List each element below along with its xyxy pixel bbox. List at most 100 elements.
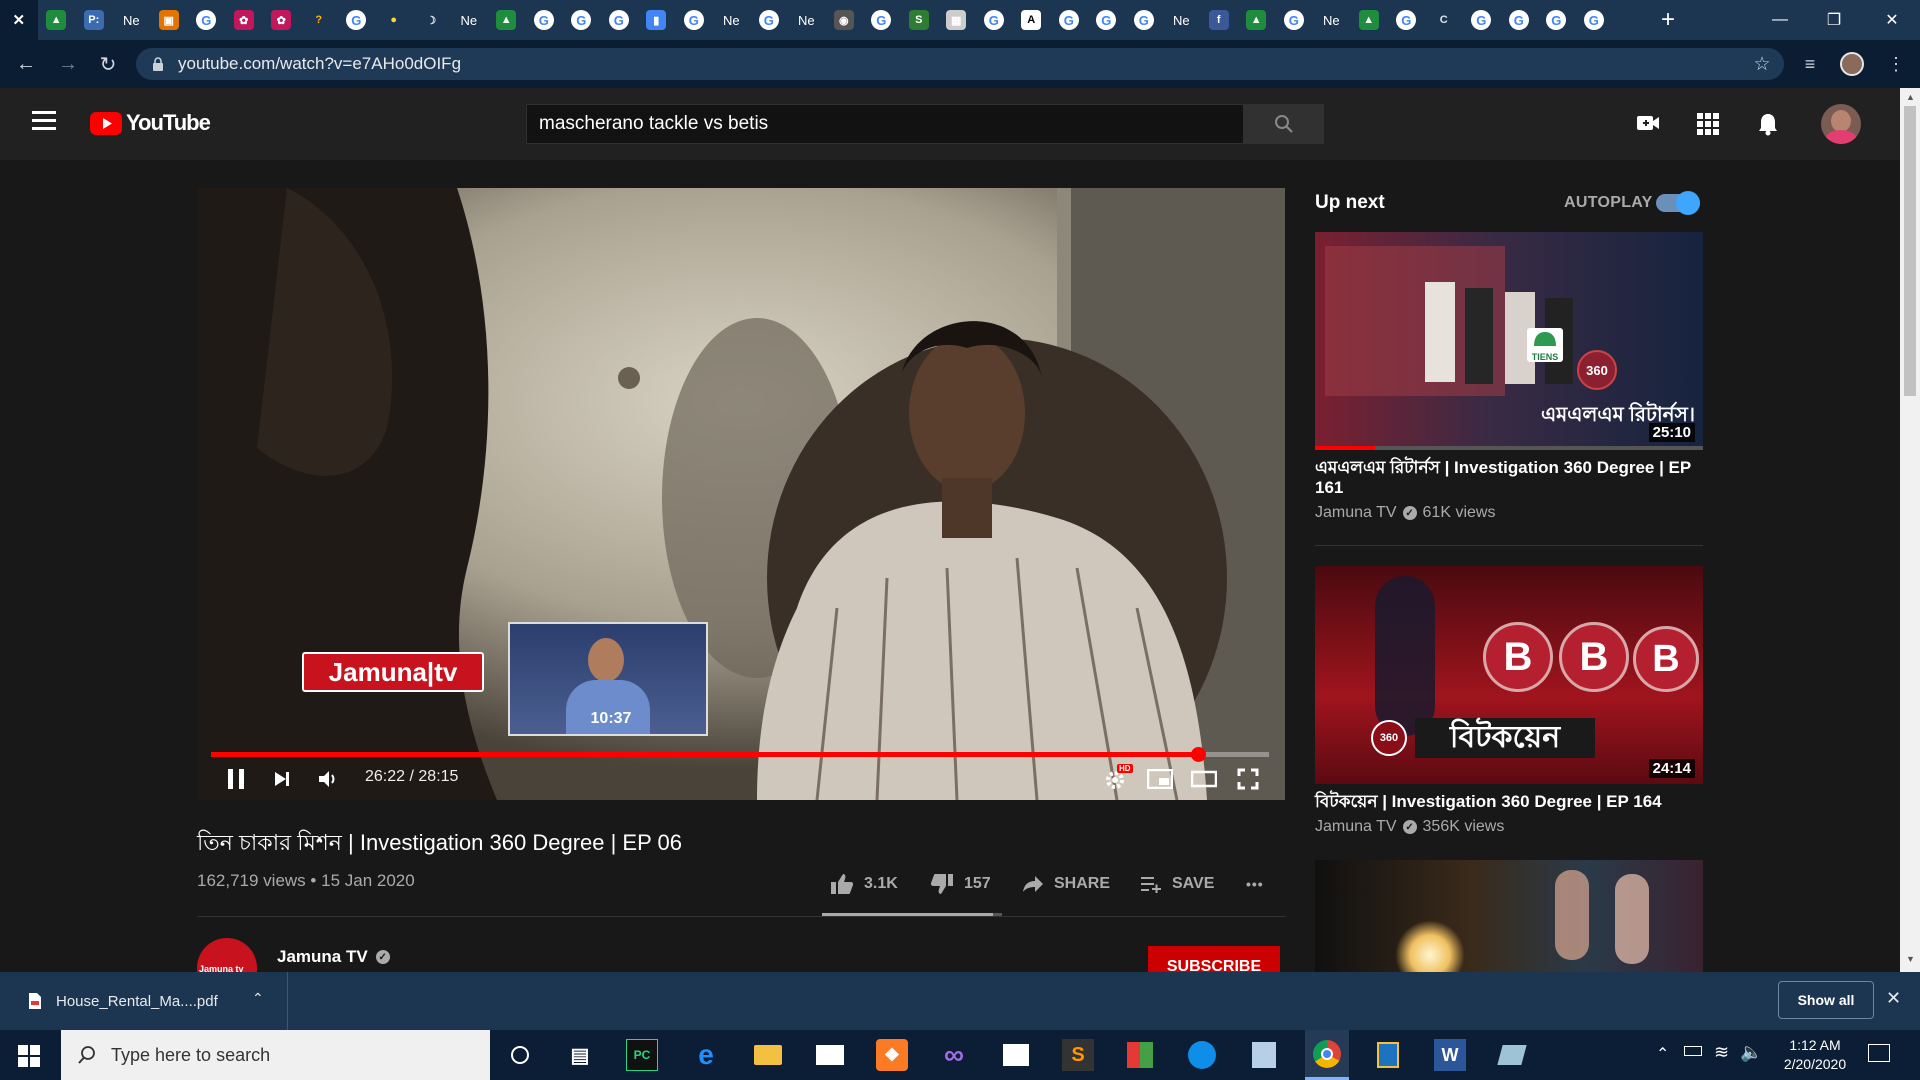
media-queue-icon[interactable]: ≡	[1796, 50, 1824, 78]
pycharm-icon[interactable]: PC	[626, 1039, 658, 1071]
browser-tab[interactable]: G	[1088, 0, 1126, 40]
browser-tab[interactable]: G	[975, 0, 1013, 40]
create-video-icon[interactable]	[1636, 113, 1660, 138]
taskbar-search[interactable]: Type here to search	[61, 1030, 490, 1080]
browser-tab[interactable]: ▲	[38, 0, 76, 40]
browser-tab[interactable]: G	[338, 0, 376, 40]
word-icon[interactable]: W	[1434, 1039, 1466, 1071]
teamviewer-icon[interactable]	[1186, 1039, 1218, 1071]
browser-tab[interactable]: ✿	[225, 0, 263, 40]
dislike-button[interactable]: 157	[930, 870, 991, 898]
browser-tab[interactable]: ▮	[638, 0, 676, 40]
notifications-bell-icon[interactable]	[1757, 112, 1779, 141]
reload-icon[interactable]: ↻	[94, 50, 122, 78]
task-view-icon[interactable]: ▤	[564, 1039, 596, 1071]
edge-icon[interactable]: e	[690, 1039, 722, 1071]
settings-gear-icon[interactable]: HD	[1101, 764, 1133, 792]
browser-tab[interactable]: S	[900, 0, 938, 40]
browser-tab[interactable]: G	[1050, 0, 1088, 40]
browser-tab[interactable]: Ne	[713, 0, 751, 40]
rec-thumbnail-3[interactable]	[1315, 860, 1703, 972]
browser-tab[interactable]: Ne	[113, 0, 151, 40]
back-arrow-icon[interactable]: ←	[12, 50, 40, 78]
windows-start-icon[interactable]	[18, 1045, 40, 1067]
cortana-icon[interactable]	[504, 1039, 536, 1071]
browser-tab[interactable]: G	[1575, 0, 1613, 40]
browser-tab[interactable]: ▲	[1350, 0, 1388, 40]
search-button[interactable]	[1244, 104, 1324, 144]
show-all-button[interactable]: Show all	[1778, 981, 1874, 1019]
rec-title-2[interactable]: বিটকয়েন | Investigation 360 Degree | EP…	[1315, 792, 1705, 812]
visual-studio-icon[interactable]: ∞	[938, 1039, 970, 1071]
mail-icon[interactable]	[814, 1039, 846, 1071]
tray-chevron-icon[interactable]: ⌃	[1656, 1044, 1669, 1064]
virtualbox-icon[interactable]	[1248, 1039, 1280, 1071]
page-scrollbar[interactable]: ▲ ▼	[1900, 88, 1920, 972]
browser-tab[interactable]: G	[188, 0, 226, 40]
bookmark-star-icon[interactable]: ☆	[1748, 50, 1776, 78]
browser-tab[interactable]: G	[1275, 0, 1313, 40]
progress-scrubber[interactable]	[1191, 747, 1206, 762]
apps-grid-icon[interactable]	[1697, 113, 1719, 135]
address-bar[interactable]: youtube.com/watch?v=e7AHo0dOIFg	[136, 48, 1784, 80]
youtube-logo[interactable]: YouTube	[90, 110, 211, 136]
xampp-icon[interactable]: ❖	[876, 1039, 908, 1071]
browser-tab[interactable]: A	[1013, 0, 1051, 40]
rec-thumbnail-1[interactable]: 360 TIENS এমএলএম রিটার্নস। 25:10	[1315, 232, 1703, 450]
rec-thumbnail-2[interactable]: B B B 360 বিটকয়েন 24:14	[1315, 566, 1703, 784]
browser-tab[interactable]: ▣	[150, 0, 188, 40]
minimize-button[interactable]: —	[1752, 0, 1808, 40]
browser-tab[interactable]: G	[1125, 0, 1163, 40]
browser-tab[interactable]: ●	[375, 0, 413, 40]
search-input[interactable]	[527, 113, 1243, 135]
theater-mode-icon[interactable]	[1189, 766, 1219, 792]
browser-tab[interactable]: ✕	[0, 0, 38, 40]
next-video-icon[interactable]	[269, 766, 295, 792]
browser-tab[interactable]: Ne	[1313, 0, 1351, 40]
notes-icon[interactable]	[1496, 1039, 1528, 1071]
battery-icon[interactable]	[1684, 1046, 1702, 1056]
browser-tab[interactable]: ▲	[488, 0, 526, 40]
profile-avatar[interactable]	[1838, 50, 1866, 78]
chevron-up-icon[interactable]: ⌃	[252, 990, 264, 1007]
download-item[interactable]: House_Rental_Ma....pdf ⌃	[0, 972, 288, 1030]
browser-tab[interactable]: G	[750, 0, 788, 40]
browser-tab[interactable]: ▦	[938, 0, 976, 40]
chrome-menu-icon[interactable]: ⋮	[1882, 50, 1910, 78]
browser-tab[interactable]: Ne	[1163, 0, 1201, 40]
browser-tab[interactable]: f	[1200, 0, 1238, 40]
save-button[interactable]: SAVE	[1140, 870, 1214, 898]
browser-tab[interactable]: C	[1425, 0, 1463, 40]
browser-tab[interactable]: G	[1463, 0, 1501, 40]
progress-bar[interactable]	[211, 747, 1269, 762]
like-button[interactable]: 3.1K	[830, 870, 898, 898]
rec-channel-1[interactable]: Jamuna TV	[1315, 504, 1397, 522]
browser-tab[interactable]: G	[600, 0, 638, 40]
browser-tab[interactable]: G	[675, 0, 713, 40]
more-actions-icon[interactable]: •••	[1246, 870, 1264, 898]
sublime-text-icon[interactable]: S	[1062, 1039, 1094, 1071]
chrome-taskbar-icon[interactable]	[1305, 1030, 1349, 1080]
restore-button[interactable]: ❐	[1806, 0, 1862, 40]
scroll-down-arrow-icon[interactable]: ▼	[1906, 954, 1915, 964]
browser-tab[interactable]: ▲	[1238, 0, 1276, 40]
video-player[interactable]: Jamuna|tv 10:37 26:22 / 28:15 HD	[197, 188, 1285, 800]
volume-icon[interactable]	[313, 766, 343, 792]
browser-tab[interactable]: ?	[300, 0, 338, 40]
browser-tab[interactable]: Ne	[788, 0, 826, 40]
user-avatar[interactable]	[1821, 104, 1861, 144]
browser-tab[interactable]: P:	[75, 0, 113, 40]
browser-tab[interactable]: Ne	[450, 0, 488, 40]
browser-tab[interactable]: G	[525, 0, 563, 40]
browser-tab[interactable]: G	[1388, 0, 1426, 40]
browser-tab[interactable]: ☽	[413, 0, 451, 40]
hamburger-menu-icon[interactable]	[32, 111, 56, 131]
pause-icon[interactable]	[221, 766, 251, 792]
browser-tab[interactable]: G	[1500, 0, 1538, 40]
channel-name-link[interactable]: Jamuna TV ✓	[277, 947, 390, 967]
rec-title-1[interactable]: এমএলএম রিটার্নস | Investigation 360 Degr…	[1315, 458, 1705, 498]
autoplay-toggle-knob[interactable]	[1676, 191, 1700, 215]
wifi-icon[interactable]: ≋	[1714, 1042, 1729, 1063]
forward-arrow-icon[interactable]: →	[54, 50, 82, 78]
new-tab-button[interactable]: +	[1640, 0, 1696, 40]
